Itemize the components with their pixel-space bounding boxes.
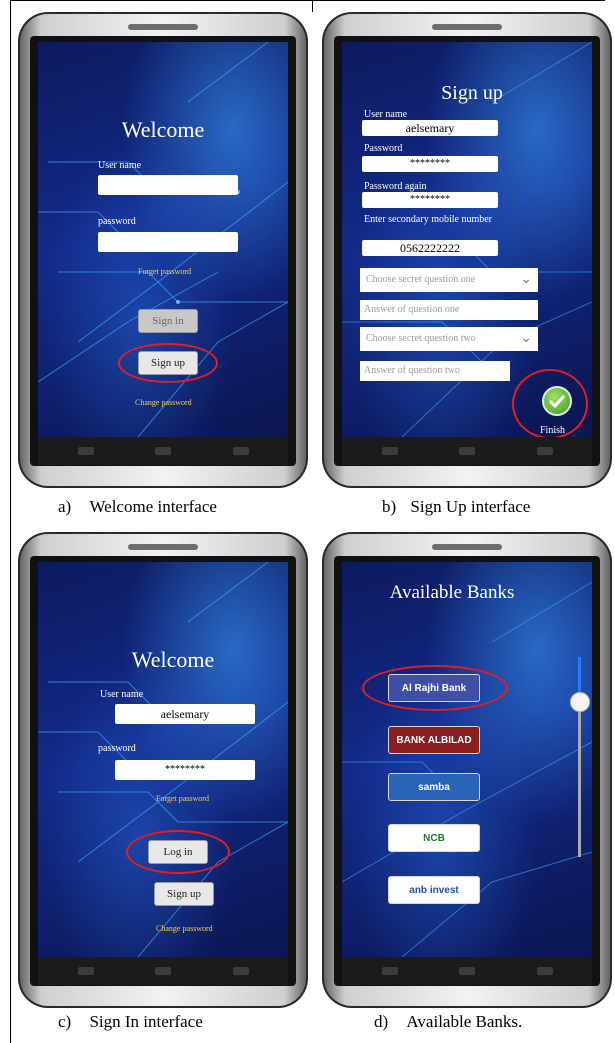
- speaker-grille: [128, 24, 198, 30]
- caption-c: c) Sign In interface: [58, 1012, 203, 1032]
- home-icon[interactable]: [459, 967, 475, 975]
- signin-screen: Welcome User name aelsemary password ***…: [38, 562, 288, 957]
- back-icon[interactable]: [382, 967, 398, 975]
- frame-left-line: [10, 0, 11, 1043]
- password-field[interactable]: ********: [115, 760, 255, 780]
- caption-d: d) Available Banks.: [374, 1012, 522, 1032]
- sign-in-button[interactable]: Sign in: [138, 309, 198, 333]
- back-icon[interactable]: [78, 447, 94, 455]
- caption-b: b) Sign Up interface: [382, 497, 530, 517]
- bank-anb-label: anb invest: [409, 885, 459, 896]
- answer-two-field[interactable]: Answer of question two: [360, 361, 510, 381]
- home-icon[interactable]: [155, 447, 171, 455]
- password-label: password: [98, 216, 136, 227]
- recent-apps-icon[interactable]: [233, 967, 249, 975]
- recent-apps-icon[interactable]: [233, 447, 249, 455]
- bank-ncb[interactable]: NCB: [388, 824, 480, 852]
- frame-top-line: [10, 0, 605, 1]
- banks-title: Available Banks: [389, 582, 515, 603]
- home-icon[interactable]: [459, 447, 475, 455]
- change-password-link[interactable]: Change password: [135, 398, 192, 407]
- bank-albilad-label: BANK ALBILAD: [396, 735, 472, 746]
- bank-samba[interactable]: samba: [388, 773, 480, 801]
- caption-a: a) Welcome interface: [58, 497, 217, 517]
- caption-c-letter: c): [58, 1012, 72, 1031]
- username-label: User name: [100, 689, 144, 700]
- password-again-field[interactable]: ********: [362, 192, 498, 208]
- bank-ncb-label: NCB: [423, 833, 445, 844]
- bank-albilad[interactable]: BANK ALBILAD: [388, 726, 480, 754]
- banks-screen: Available Banks Al Rajhi Bank BANK ALBIL…: [342, 562, 592, 957]
- password-field[interactable]: ********: [362, 156, 498, 172]
- forget-password-link[interactable]: Forget password: [138, 267, 191, 276]
- speaker-grille: [128, 544, 198, 550]
- nav-bar: [342, 957, 592, 985]
- sign-up-button[interactable]: Sign up: [154, 882, 214, 906]
- phone-banks: Available Banks Al Rajhi Bank BANK ALBIL…: [322, 532, 612, 1008]
- caption-d-text: Available Banks.: [406, 1012, 523, 1031]
- caption-b-text: Sign Up interface: [410, 497, 531, 516]
- username-field[interactable]: aelsemary: [362, 120, 498, 136]
- password-label: password: [98, 743, 136, 754]
- caption-d-letter: d): [374, 1012, 389, 1031]
- password-label: Password: [364, 143, 403, 154]
- bank-samba-label: samba: [418, 782, 450, 793]
- question-one-placeholder: Choose secret question one: [366, 274, 476, 285]
- welcome-title: Welcome: [121, 117, 205, 142]
- question-two-placeholder: Choose secret question two: [366, 333, 476, 344]
- mobile-field[interactable]: 0562222222: [362, 240, 498, 256]
- caption-c-text: Sign In interface: [89, 1012, 203, 1031]
- frame-divider-line: [312, 0, 313, 12]
- password-again-label: Password again: [364, 181, 427, 192]
- welcome-title: Welcome: [131, 647, 215, 672]
- caption-a-text: Welcome interface: [89, 497, 217, 516]
- phone-welcome: Welcome User name password Forget passwo…: [18, 12, 308, 488]
- bank-anb[interactable]: anb invest: [388, 876, 480, 904]
- nav-bar: [38, 957, 288, 985]
- mobile-label: Enter secondary mobile number: [364, 214, 493, 225]
- caption-a-letter: a): [58, 497, 72, 516]
- username-label: User name: [98, 160, 142, 171]
- signup-screen: Sign up User name aelsemary Password ***…: [342, 42, 592, 437]
- phone-signup: Sign up User name aelsemary Password ***…: [322, 12, 612, 488]
- back-icon[interactable]: [382, 447, 398, 455]
- answer-one-field[interactable]: Answer of question one: [360, 300, 538, 320]
- speaker-grille: [432, 24, 502, 30]
- question-two-select[interactable]: Choose secret question two ⌄: [360, 327, 538, 351]
- nav-bar: [342, 437, 592, 465]
- log-in-highlight: [126, 830, 230, 874]
- forget-password-link[interactable]: Forget password: [156, 794, 209, 803]
- speaker-grille: [432, 544, 502, 550]
- scroll-knob[interactable]: [570, 692, 590, 712]
- change-password-link[interactable]: Change password: [156, 924, 213, 933]
- signup-title: Sign up: [441, 82, 503, 104]
- alrajhi-highlight: [362, 665, 508, 711]
- phone-signin: Welcome User name aelsemary password ***…: [18, 532, 308, 1008]
- username-field[interactable]: aelsemary: [115, 704, 255, 724]
- chevron-down-icon: ⌄: [520, 272, 532, 287]
- question-one-select[interactable]: Choose secret question one ⌄: [360, 268, 538, 292]
- sign-up-highlight: [118, 343, 218, 383]
- password-field[interactable]: [98, 232, 238, 252]
- chevron-down-icon: ⌄: [520, 331, 532, 346]
- recent-apps-icon[interactable]: [537, 967, 553, 975]
- username-field[interactable]: [98, 175, 238, 195]
- home-icon[interactable]: [155, 967, 171, 975]
- welcome-screen: Welcome User name password Forget passwo…: [38, 42, 288, 437]
- nav-bar: [38, 437, 288, 465]
- back-icon[interactable]: [78, 967, 94, 975]
- finish-highlight: [512, 369, 588, 437]
- username-label: User name: [364, 109, 408, 120]
- caption-b-letter: b): [382, 497, 397, 516]
- recent-apps-icon[interactable]: [537, 447, 553, 455]
